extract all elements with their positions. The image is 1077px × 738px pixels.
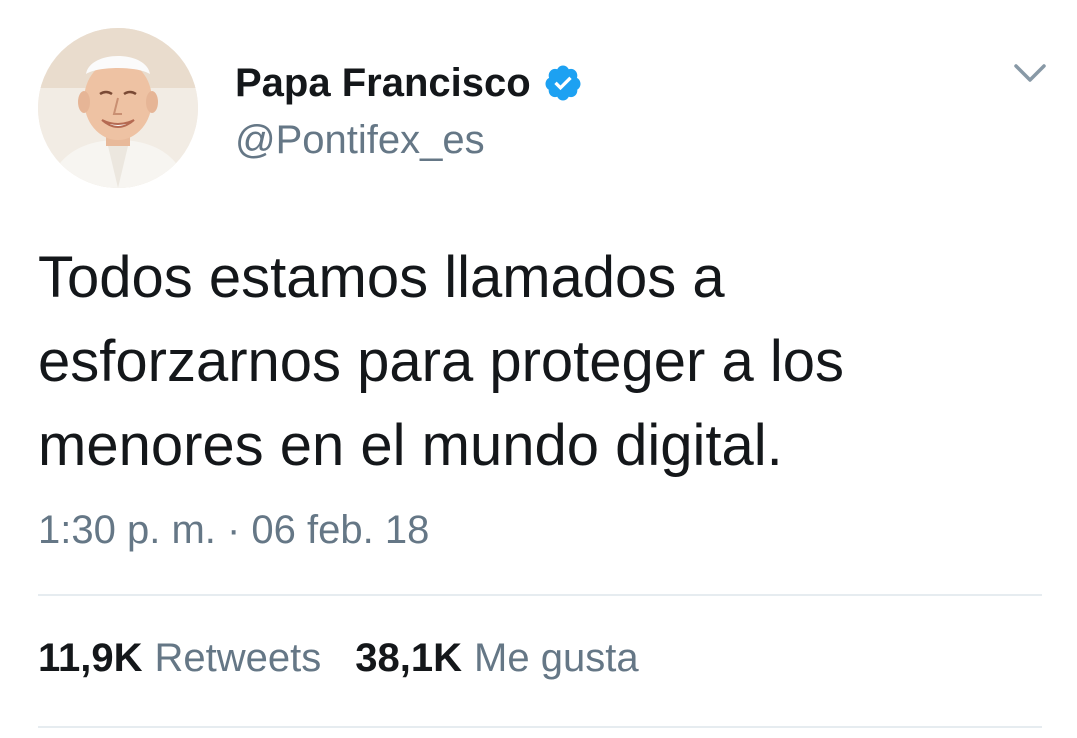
- user-handle[interactable]: @Pontifex_es: [235, 118, 485, 163]
- verified-badge-icon: [543, 63, 583, 103]
- display-name[interactable]: Papa Francisco: [235, 61, 531, 106]
- like-label: Me gusta: [474, 636, 639, 680]
- name-row: Papa Francisco: [235, 56, 583, 110]
- likes-stat[interactable]: 38,1K Me gusta: [355, 636, 638, 681]
- tweet-text: Todos estamos llamados a esforzarnos par…: [38, 236, 1038, 488]
- tweet-card: Papa Francisco @Pontifex_es Todos estamo…: [0, 0, 1077, 738]
- tweet-text-line: menores en el mundo digital.: [38, 413, 783, 478]
- divider: [38, 726, 1042, 728]
- retweet-count: 11,9K: [38, 636, 143, 680]
- avatar-image: [38, 28, 198, 188]
- divider: [38, 594, 1042, 596]
- retweets-stat[interactable]: 11,9K Retweets: [38, 636, 321, 681]
- tweet-timestamp[interactable]: 1:30 p. m. · 06 feb. 18: [38, 508, 429, 553]
- tweet-stats: 11,9K Retweets 38,1K Me gusta: [38, 636, 673, 681]
- chevron-down-icon[interactable]: [1010, 56, 1050, 90]
- avatar[interactable]: [38, 28, 198, 188]
- retweet-label: Retweets: [154, 636, 322, 680]
- like-count: 38,1K: [355, 636, 463, 680]
- tweet-text-line: esforzarnos para proteger a los: [38, 329, 844, 394]
- tweet-text-line: Todos estamos llamados a: [38, 245, 725, 310]
